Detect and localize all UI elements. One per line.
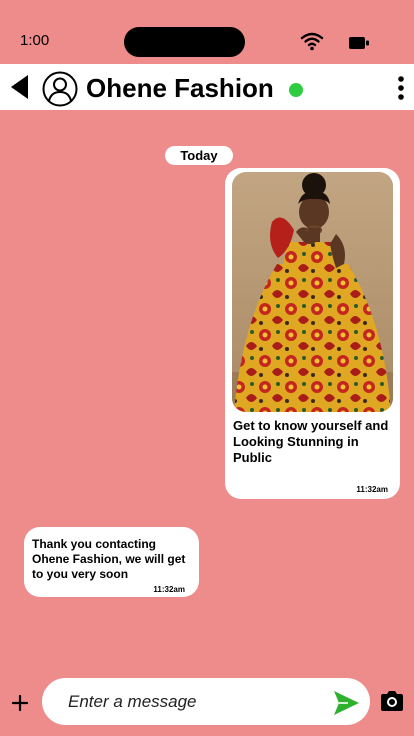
date-separator: Today (165, 146, 233, 165)
product-image[interactable] (232, 172, 393, 412)
battery-icon (349, 37, 369, 49)
message-input[interactable] (68, 688, 318, 716)
incoming-message-text: Thank you contacting Ohene Fashion, we w… (32, 537, 186, 581)
user-avatar-icon[interactable] (42, 71, 78, 107)
outgoing-message-text: Get to know yourself and Looking Stunnin… (233, 418, 389, 465)
plus-icon[interactable] (10, 693, 30, 713)
back-arrow-icon[interactable] (8, 73, 32, 101)
dynamic-island (124, 27, 245, 57)
online-status-indicator (289, 83, 303, 97)
message-composer (42, 678, 370, 725)
chat-header: Ohene Fashion (0, 64, 414, 110)
contact-name[interactable]: Ohene Fashion (86, 73, 274, 103)
wifi-icon (300, 32, 324, 51)
incoming-message[interactable]: Thank you contacting Ohene Fashion, we w… (24, 527, 199, 597)
message-timestamp: 11:32am (153, 585, 185, 594)
send-icon[interactable] (332, 689, 360, 717)
more-vertical-icon[interactable] (393, 75, 409, 101)
status-time: 1:00 (20, 32, 50, 49)
camera-icon[interactable] (379, 690, 405, 712)
message-timestamp: 11:32am (356, 485, 388, 494)
status-bar: 1:00 (0, 0, 414, 64)
outgoing-message[interactable]: Get to know yourself and Looking Stunnin… (225, 168, 400, 499)
